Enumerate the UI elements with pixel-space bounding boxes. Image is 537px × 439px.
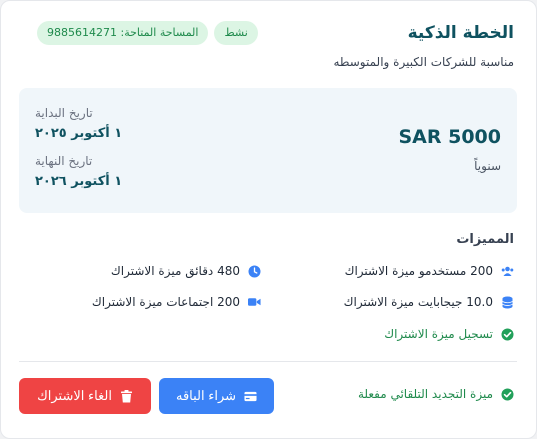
clock-icon <box>248 265 261 278</box>
auto-renew-label: ميزة التجديد التلقائي مفعلة <box>357 387 493 401</box>
feature-registration-label: تسجيل ميزة الاشتراك <box>384 327 493 341</box>
buy-plan-label: شراء الباقه <box>175 388 237 403</box>
check-circle-icon <box>501 388 514 401</box>
cancel-subscription-button[interactable]: الغاء الاشتراك <box>19 378 151 414</box>
status-badge: نشط <box>214 21 258 45</box>
credit-card-icon <box>244 390 257 403</box>
plan-subtitle: مناسبة للشركات الكبيرة والمتوسطه <box>333 55 514 69</box>
cancel-subscription-label: الغاء الاشتراك <box>37 388 112 403</box>
users-icon <box>501 265 514 278</box>
auto-renew-status: ميزة التجديد التلقائي مفعلة <box>358 387 514 401</box>
trash-icon <box>120 389 133 403</box>
plan-title: الخطة الذكية <box>407 23 514 43</box>
end-date-label: تاريخ النهاية <box>35 154 93 168</box>
feature-users: 200 مستخدمو ميزة الاشتراك <box>345 264 514 278</box>
check-circle-icon <box>501 328 514 341</box>
feature-meetings-label: 200 اجتماعات ميزة الاشتراك <box>91 295 240 309</box>
feature-minutes-label: 480 دقائق ميزة الاشتراك <box>110 264 240 278</box>
feature-storage: 10.0 جيجابايت ميزة الاشتراك <box>344 295 514 309</box>
video-camera-icon <box>248 296 261 309</box>
plan-price: SAR 5000 <box>398 126 501 148</box>
database-icon <box>501 296 514 309</box>
plan-header: الخطة الذكية مناسبة للشركات الكبيرة والم… <box>23 19 514 75</box>
features-title: المميزات <box>456 232 514 247</box>
start-date-label: تاريخ البداية <box>35 106 93 120</box>
subscription-plan-card: الخطة الذكية مناسبة للشركات الكبيرة والم… <box>0 0 537 439</box>
buy-plan-button[interactable]: شراء الباقه <box>159 378 274 414</box>
divider <box>19 361 517 362</box>
feature-meetings: 200 اجتماعات ميزة الاشتراك <box>92 295 261 309</box>
feature-registration: تسجيل ميزة الاشتراك <box>384 327 514 341</box>
available-space-badge: المساحة المتاحة: 9885614271 <box>37 21 209 45</box>
plan-info-box: SAR 5000 سنوياً تاريخ البداية ١ أكتوبر ٢… <box>19 88 517 213</box>
billing-period: سنوياً <box>474 159 501 173</box>
feature-storage-label: 10.0 جيجابايت ميزة الاشتراك <box>343 295 493 309</box>
feature-minutes: 480 دقائق ميزة الاشتراك <box>111 264 261 278</box>
feature-users-label: 200 مستخدمو ميزة الاشتراك <box>344 264 493 278</box>
plan-badges: نشط المساحة المتاحة: 9885614271 <box>37 21 258 45</box>
start-date-value: ١ أكتوبر ٢٠٢٥ <box>35 126 123 141</box>
end-date-value: ١ أكتوبر ٢٠٢٦ <box>35 174 123 189</box>
